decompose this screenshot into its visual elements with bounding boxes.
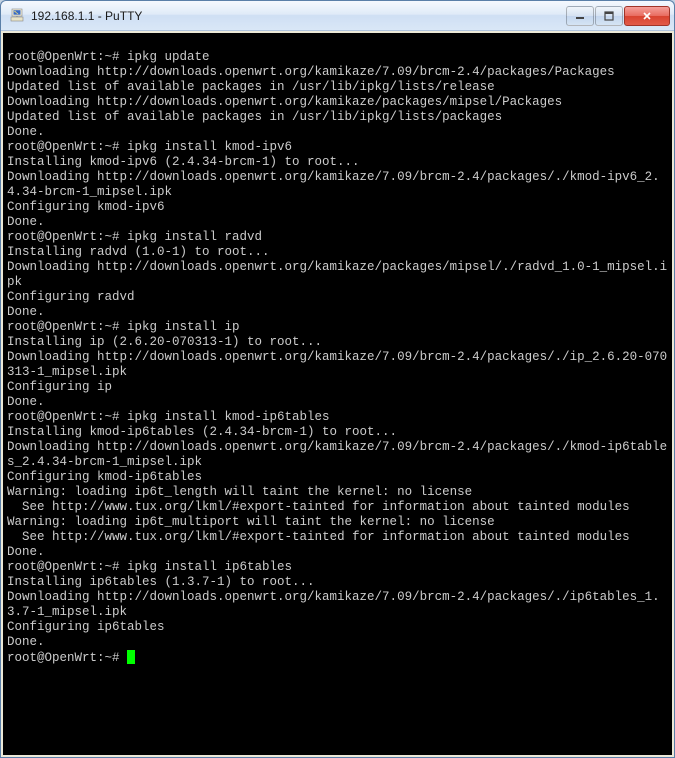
titlebar[interactable]: 192.168.1.1 - PuTTY: [1, 1, 674, 31]
close-icon: [642, 11, 652, 21]
cursor: [127, 650, 135, 664]
maximize-button[interactable]: [595, 6, 623, 26]
window-title: 192.168.1.1 - PuTTY: [31, 9, 566, 23]
minimize-icon: [575, 11, 585, 21]
terminal-content[interactable]: root@OpenWrt:~# ipkg update Downloading …: [7, 35, 668, 666]
close-button[interactable]: [624, 6, 670, 26]
putty-icon: [9, 8, 25, 24]
maximize-icon: [604, 11, 614, 21]
window-controls: [566, 6, 670, 26]
terminal-frame: root@OpenWrt:~# ipkg update Downloading …: [1, 31, 674, 757]
terminal[interactable]: root@OpenWrt:~# ipkg update Downloading …: [3, 33, 672, 755]
putty-window: 192.168.1.1 - PuTTY root@OpenWrt: [0, 0, 675, 758]
minimize-button[interactable]: [566, 6, 594, 26]
